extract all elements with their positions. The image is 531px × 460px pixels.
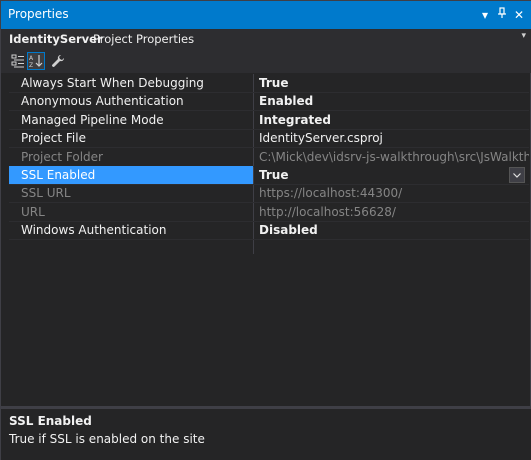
- property-row[interactable]: URL http://localhost:56628/: [9, 203, 529, 221]
- property-row[interactable]: Managed Pipeline Mode Integrated: [9, 111, 529, 129]
- property-name: Anonymous Authentication: [21, 94, 184, 109]
- property-name: URL: [21, 204, 45, 219]
- window-title: Properties: [8, 7, 69, 21]
- categorized-icon: [11, 54, 24, 68]
- property-row[interactable]: Always Start When Debugging True: [9, 74, 529, 92]
- property-row[interactable]: SSL Enabled True: [9, 166, 529, 184]
- property-value[interactable]: Integrated: [254, 111, 529, 129]
- description-title: SSL Enabled: [9, 414, 92, 428]
- property-value[interactable]: True: [254, 74, 529, 92]
- property-row[interactable]: Windows Authentication Disabled: [9, 221, 529, 239]
- alphabetical-button[interactable]: A Z: [27, 52, 45, 70]
- object-type: Project Properties: [93, 32, 195, 46]
- chevron-down-icon[interactable]: ▾: [521, 31, 526, 41]
- properties-toolbar: A Z: [1, 49, 531, 73]
- description-text: True if SSL is enabled on the site: [9, 432, 205, 446]
- property-value: C:\Mick\dev\idsrv-js-walkthrough\src\JsW…: [259, 149, 529, 164]
- window-options-dropdown-icon[interactable]: ▾: [478, 7, 492, 23]
- property-pages-button[interactable]: [49, 52, 67, 70]
- property-name: Project Folder: [21, 149, 103, 164]
- property-name: Managed Pipeline Mode: [21, 112, 164, 127]
- property-value[interactable]: Disabled: [254, 221, 529, 239]
- svg-text:A: A: [29, 55, 34, 62]
- close-icon[interactable]: ✕: [512, 7, 526, 23]
- property-name: SSL Enabled: [9, 166, 253, 184]
- properties-window: Properties ▾ ✕ IdentityServer Project Pr…: [0, 0, 531, 460]
- pin-icon[interactable]: [495, 7, 509, 23]
- title-bar[interactable]: Properties ▾ ✕: [1, 1, 531, 29]
- description-pane: SSL Enabled True if SSL is enabled on th…: [1, 409, 531, 460]
- property-grid: Always Start When Debugging True Anonymous…: [9, 74, 529, 406]
- svg-text:Z: Z: [29, 62, 33, 68]
- wrench-icon: [52, 54, 65, 67]
- categorized-button[interactable]: [9, 52, 27, 70]
- object-name: IdentityServer: [9, 32, 103, 46]
- property-value: https://localhost:44300/: [259, 186, 403, 201]
- chevron-down-icon: [513, 172, 521, 178]
- value-dropdown-button[interactable]: [509, 167, 525, 183]
- property-value[interactable]: Enabled: [254, 92, 529, 110]
- alphabetical-icon: A Z: [29, 55, 43, 68]
- property-name: Windows Authentication: [21, 223, 167, 238]
- object-selector[interactable]: IdentityServer Project Properties ▾: [1, 29, 531, 49]
- property-name: SSL URL: [21, 186, 71, 201]
- property-row[interactable]: Anonymous Authentication Enabled: [9, 92, 529, 110]
- property-value[interactable]: True: [254, 166, 529, 184]
- pin-icon-graphic: [498, 7, 506, 18]
- property-value[interactable]: IdentityServer.csproj: [254, 129, 529, 147]
- property-name: Always Start When Debugging: [21, 76, 204, 90]
- property-name: Project File: [21, 131, 86, 146]
- property-row[interactable]: Project File IdentityServer.csproj: [9, 129, 529, 147]
- property-value: http://localhost:56628/: [259, 204, 396, 219]
- property-row[interactable]: SSL URL https://localhost:44300/: [9, 184, 529, 202]
- row-divider: [9, 239, 529, 241]
- property-row[interactable]: Project Folder C:\Mick\dev\idsrv-js-walkt…: [9, 148, 529, 166]
